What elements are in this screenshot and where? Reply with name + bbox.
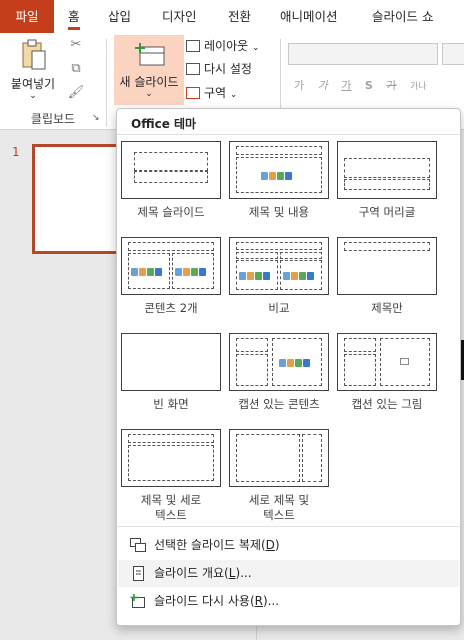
tab-slideshow[interactable]: 슬라이드 쇼	[372, 0, 433, 33]
chevron-down-icon: ⌄	[229, 90, 238, 100]
char-spacing-button[interactable]: 가나	[410, 79, 427, 92]
section-header-layout-icon	[337, 141, 437, 199]
layout-blank[interactable]: 빈 화면	[121, 333, 221, 412]
theme-title: Office 테마	[131, 117, 197, 131]
layout-label: 캡션 있는 그림	[351, 397, 423, 411]
layout-title-vertical-text[interactable]: 제목 및 세로 텍스트	[121, 429, 221, 523]
underline-button[interactable]: 가	[341, 77, 351, 93]
layout-label: 레이아웃	[204, 39, 249, 53]
comparison-layout-icon	[229, 237, 329, 295]
layout-icon	[186, 40, 200, 52]
layout-title-only[interactable]: 제목만	[337, 237, 437, 316]
section-label: 구역	[204, 86, 227, 100]
chevron-down-icon: ⌄	[145, 89, 153, 99]
layout-label: 빈 화면	[153, 397, 189, 411]
layout-comparison[interactable]: 비교	[229, 237, 329, 316]
divider	[117, 134, 460, 135]
italic-button[interactable]: 가	[318, 77, 328, 93]
title-content-layout-icon	[229, 141, 329, 199]
section-icon	[186, 87, 200, 99]
slide-outline-menu-item[interactable]: 슬라이드 개요(L)...	[118, 560, 459, 587]
reset-button[interactable]: 다시 설정	[186, 58, 252, 80]
new-slide-icon	[135, 43, 165, 66]
font-size-box[interactable]	[442, 43, 464, 65]
tab-animations[interactable]: 애니메이션	[280, 0, 338, 33]
layout-picture-caption[interactable]: 캡션 있는 그림	[337, 333, 437, 412]
clipboard-group-label: 클립보드	[30, 112, 76, 126]
ribbon-tab-bar: 파일 홈 삽입 디자인 전환 애니메이션 슬라이드 쇼	[0, 0, 464, 33]
group-divider	[106, 39, 107, 127]
layout-label: 구역 머리글	[358, 205, 416, 219]
vertical-title-text-layout-icon	[229, 429, 329, 487]
divider	[117, 526, 460, 527]
reset-icon	[186, 63, 200, 75]
font-format-row: 가 가 가 S 가 가나	[294, 77, 437, 93]
reuse-slides-menu-item[interactable]: 슬라이드 다시 사용(R)...	[118, 588, 459, 615]
layout-label: 콘텐츠 2개	[144, 301, 198, 315]
new-slide-dropdown: Office 테마 제목 슬라이드 제목 및 내용 구역 머리글 콘텐츠 2개 …	[116, 108, 461, 626]
tab-transitions[interactable]: 전환	[228, 0, 251, 33]
chevron-down-icon: ⌄	[29, 91, 37, 101]
copy-icon[interactable]: ⧉	[64, 61, 88, 85]
new-slide-label: 새 슬라이드	[119, 75, 179, 89]
layout-label: 제목만	[371, 301, 403, 315]
layout-label: 세로 제목 및 텍스트	[248, 493, 310, 522]
reset-label: 다시 설정	[204, 62, 252, 76]
tab-insert[interactable]: 삽입	[108, 0, 131, 33]
layout-section-header[interactable]: 구역 머리글	[337, 141, 437, 220]
layout-button[interactable]: 레이아웃 ⌄	[186, 35, 260, 57]
layout-title-slide[interactable]: 제목 슬라이드	[121, 141, 221, 220]
format-painter-icon[interactable]: 🖌	[64, 85, 88, 109]
slide-number: 1	[12, 145, 20, 159]
section-button[interactable]: 구역 ⌄	[186, 82, 237, 104]
title-only-layout-icon	[337, 237, 437, 295]
tab-design[interactable]: 디자인	[162, 0, 197, 33]
cut-icon[interactable]: ✂	[64, 37, 88, 61]
paste-label: 붙여넣기	[10, 77, 56, 91]
title-slide-layout-icon	[121, 141, 221, 199]
title-vertical-text-layout-icon	[121, 429, 221, 487]
layout-label: 제목 및 내용	[248, 205, 310, 219]
duplicate-slide-icon	[130, 538, 146, 552]
tab-home[interactable]: 홈	[68, 0, 80, 33]
shadow-button[interactable]: S	[365, 79, 373, 92]
layout-title-content[interactable]: 제목 및 내용	[229, 141, 329, 220]
layout-label: 캡션 있는 콘텐츠	[238, 397, 320, 411]
tab-file[interactable]: 파일	[0, 0, 54, 33]
dialog-launcher-icon[interactable]: ↘	[92, 113, 102, 123]
layout-label: 비교	[268, 301, 290, 315]
duplicate-slide-menu-item[interactable]: 선택한 슬라이드 복제(D)	[118, 532, 459, 559]
chevron-down-icon: ⌄	[252, 43, 260, 53]
layout-label: 제목 및 세로 텍스트	[140, 493, 202, 522]
strikethrough-button[interactable]: 가	[386, 77, 396, 93]
content-caption-layout-icon	[229, 333, 329, 391]
layout-vertical-title-text[interactable]: 세로 제목 및 텍스트	[229, 429, 329, 523]
layout-label: 제목 슬라이드	[137, 205, 205, 219]
new-slide-button[interactable]: 새 슬라이드 ⌄	[114, 35, 184, 105]
blank-layout-icon	[121, 333, 221, 391]
layout-two-content[interactable]: 콘텐츠 2개	[121, 237, 221, 316]
reuse-slides-icon	[130, 594, 145, 608]
paste-button[interactable]: 붙여넣기 ⌄	[4, 37, 62, 107]
outline-icon	[133, 566, 144, 581]
font-name-box[interactable]	[288, 43, 438, 65]
two-content-layout-icon	[121, 237, 221, 295]
bold-button[interactable]: 가	[294, 77, 304, 93]
layout-content-caption[interactable]: 캡션 있는 콘텐츠	[229, 333, 329, 412]
clipboard-icon	[22, 39, 46, 70]
picture-caption-layout-icon	[337, 333, 437, 391]
